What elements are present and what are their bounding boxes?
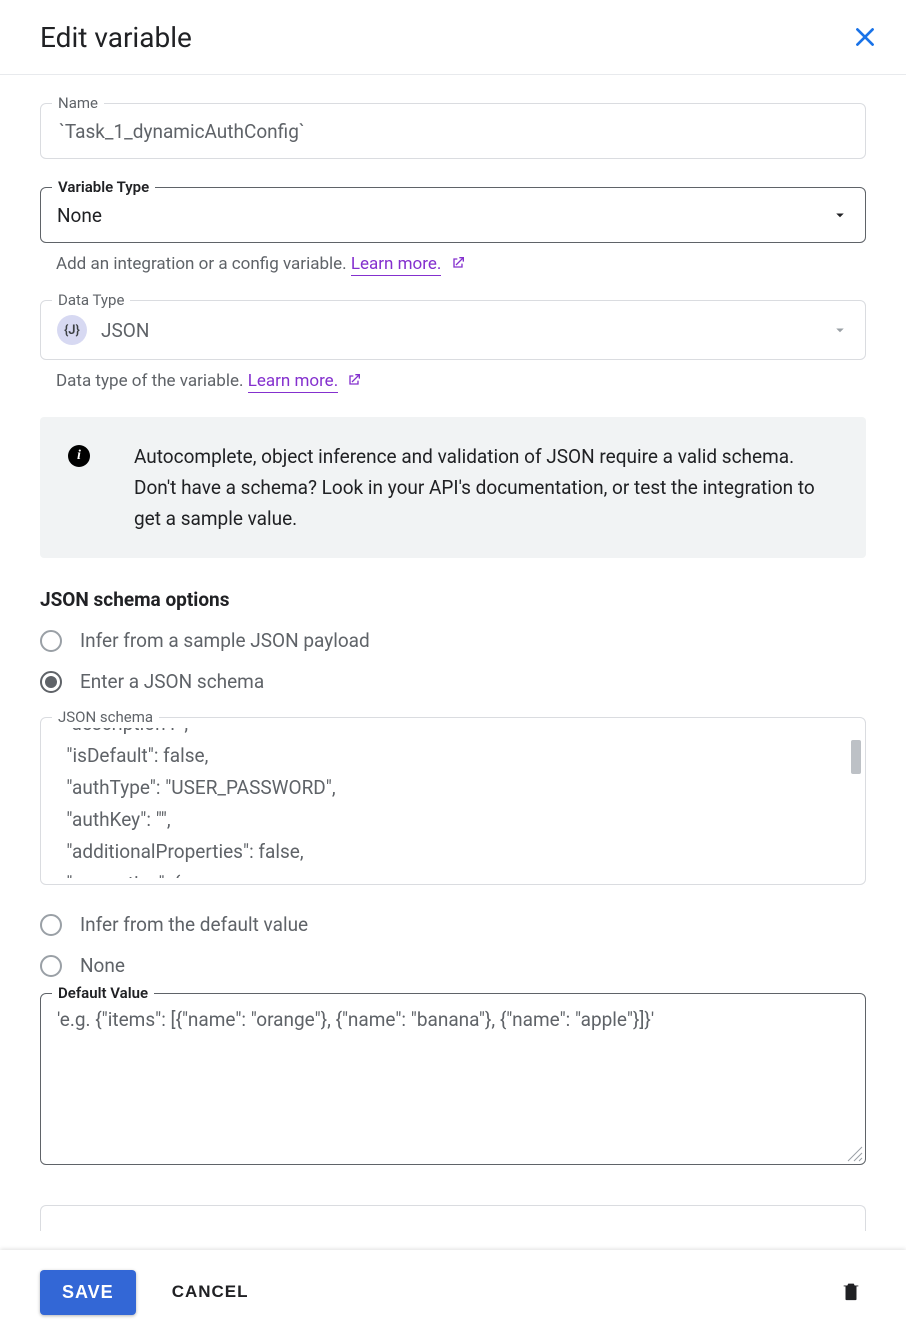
radio-label: Enter a JSON schema [80,670,264,693]
json-schema-content: description : , "isDefault": false, "aut… [57,728,849,878]
data-type-value: JSON [101,319,149,342]
data-type-field: Data Type {J} JSON [40,300,866,360]
name-field: Name [40,103,866,159]
radio-icon [40,914,62,936]
description-field-partial[interactable] [40,1205,866,1231]
json-type-icon: {J} [57,315,87,345]
default-value-placeholder: 'e.g. {"items": [{"name": "orange"}, {"n… [57,1008,849,1031]
dialog-footer: SAVE CANCEL [0,1250,906,1334]
dialog-title: Edit variable [40,21,192,54]
radio-enter-schema[interactable]: Enter a JSON schema [40,670,866,693]
json-schema-field: JSON schema description : , "isDefault":… [40,717,866,885]
radio-none[interactable]: None [40,954,866,977]
json-schema-textarea[interactable]: description : , "isDefault": false, "aut… [40,717,866,885]
name-label: Name [52,94,104,112]
data-type-learn-more-link[interactable]: Learn more. [248,371,339,393]
close-button[interactable] [848,20,882,54]
schema-info-callout: i Autocomplete, object inference and val… [40,417,866,558]
radio-label: Infer from the default value [80,913,308,936]
delete-button[interactable] [836,1275,866,1310]
variable-type-label: Variable Type [52,178,155,196]
radio-infer-default[interactable]: Infer from the default value [40,913,866,936]
radio-icon [40,955,62,977]
external-link-icon [450,256,466,276]
radio-icon [40,630,62,652]
default-value-label: Default Value [52,984,154,1002]
data-type-label: Data Type [52,291,130,309]
default-value-field: Default Value 'e.g. {"items": [{"name": … [40,993,866,1165]
variable-type-select[interactable]: None [40,187,866,243]
dialog-header: Edit variable [0,0,906,75]
radio-infer-payload[interactable]: Infer from a sample JSON payload [40,629,866,652]
dialog-content: Name Variable Type None Add an integrati… [0,75,906,1231]
variable-type-helper: Add an integration or a config variable.… [56,253,862,274]
variable-type-learn-more-link[interactable]: Learn more. [351,254,442,276]
name-input[interactable] [57,119,849,144]
scrollbar-thumb[interactable] [851,740,861,774]
variable-type-value: None [57,204,102,227]
data-type-helper: Data type of the variable. Learn more. [56,370,862,391]
caret-down-icon [831,206,849,224]
external-link-icon [346,373,362,393]
save-button[interactable]: SAVE [40,1270,136,1315]
radio-icon [40,671,62,693]
default-value-textarea[interactable]: 'e.g. {"items": [{"name": "orange"}, {"n… [40,993,866,1165]
cancel-button[interactable]: CANCEL [166,1281,255,1303]
json-schema-options-heading: JSON schema options [40,588,866,611]
caret-down-icon [831,321,849,339]
info-icon: i [68,445,90,467]
variable-type-field: Variable Type None [40,187,866,243]
schema-info-text: Autocomplete, object inference and valid… [134,441,838,534]
data-type-select[interactable]: {J} JSON [40,300,866,360]
json-schema-label: JSON schema [52,708,159,726]
radio-label: Infer from a sample JSON payload [80,629,370,652]
resize-handle-icon[interactable] [847,1146,863,1162]
trash-icon [840,1291,862,1306]
close-icon [852,24,878,50]
radio-label: None [80,954,125,977]
